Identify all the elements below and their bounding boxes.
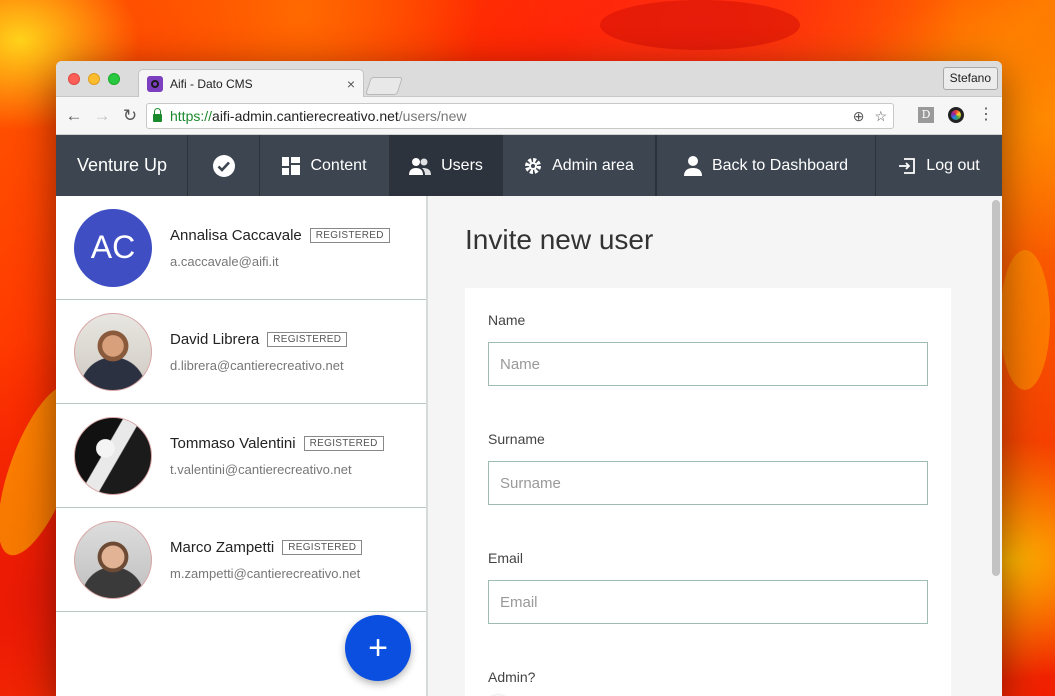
status-badge: REGISTERED [303, 435, 384, 451]
add-user-button[interactable]: + [345, 615, 411, 681]
user-email: m.zampetti@cantierecreativo.net [170, 565, 361, 581]
user-email: t.valentini@cantierecreativo.net [170, 461, 352, 477]
profile-button[interactable]: Stefano [942, 67, 998, 90]
browser-window: Aifi - Dato CMS × Stefano ← → ↻ https://… [56, 61, 1002, 696]
surname-label: Surname [488, 431, 545, 447]
bookmark-star-icon[interactable]: ☆ [874, 108, 887, 125]
nav-content-label: Content [310, 156, 367, 174]
user-list: AC Annalisa Caccavale REGISTERED a.cacca… [56, 196, 428, 696]
back-arrow-icon[interactable]: ← [60, 106, 88, 126]
email-input[interactable] [488, 580, 928, 624]
user-icon [683, 155, 702, 176]
checkmark-icon [212, 154, 236, 178]
gear-icon [524, 157, 542, 175]
user-list-item[interactable]: Marco Zampetti REGISTERED m.zampetti@can… [56, 508, 426, 612]
reload-icon[interactable]: ↻ [116, 106, 144, 126]
url-path: /users/new [398, 108, 467, 124]
logout-icon [898, 157, 916, 175]
zoom-icon[interactable]: ⊕ [853, 108, 865, 125]
user-name: David Librera [170, 330, 260, 348]
nav-logout-label: Log out [926, 156, 980, 174]
browser-tab[interactable]: Aifi - Dato CMS × [138, 69, 364, 98]
user-email: d.librera@cantierecreativo.net [170, 357, 344, 373]
extension-d-icon[interactable]: D [918, 107, 934, 123]
tab-close-icon[interactable]: × [347, 76, 355, 92]
user-name: Annalisa Caccavale [170, 226, 302, 244]
avatar: AC [74, 208, 152, 287]
brand-link[interactable]: Venture Up [56, 135, 188, 196]
avatar [74, 312, 152, 391]
new-tab-button[interactable] [365, 77, 403, 95]
close-window-button[interactable] [68, 73, 80, 85]
name-label: Name [488, 312, 526, 328]
minimize-window-button[interactable] [88, 73, 100, 85]
nav-users-label: Users [441, 156, 483, 174]
scrollbar[interactable] [992, 200, 1000, 576]
tab-title: Aifi - Dato CMS [170, 77, 253, 91]
admin-field-group: Admin? [486, 669, 928, 696]
url-scheme: https:// [170, 108, 213, 124]
user-name: Tommaso Valentini [170, 434, 296, 452]
admin-label: Admin? [488, 669, 536, 685]
invite-user-panel: Invite new user Name Surname Email Admin… [428, 196, 1002, 696]
window-controls [68, 73, 120, 85]
background-stroke [1000, 250, 1050, 390]
surname-field-group: Surname [488, 431, 928, 505]
nav-content[interactable]: Content [260, 135, 390, 196]
maximize-window-button[interactable] [108, 73, 120, 85]
user-list-item[interactable]: David Librera REGISTERED d.librera@canti… [56, 300, 426, 404]
url-host: aifi-admin.cantierecreativo.net [212, 108, 399, 124]
user-email: a.caccavale@aifi.it [170, 253, 279, 269]
email-label: Email [488, 550, 524, 566]
surname-input[interactable] [488, 461, 928, 505]
nav-admin-area[interactable]: Admin area [503, 135, 656, 196]
lock-icon [153, 108, 162, 122]
nav-admin-label: Admin area [552, 156, 634, 174]
email-field-group: Email [488, 550, 928, 624]
status-badge: REGISTERED [309, 227, 390, 243]
user-list-item[interactable]: AC Annalisa Caccavale REGISTERED a.cacca… [56, 196, 426, 300]
user-list-item[interactable]: Tommaso Valentini REGISTERED t.valentini… [56, 404, 426, 508]
nav-check-item[interactable] [188, 135, 260, 196]
address-bar[interactable]: https://aifi-admin.cantierecreativo.net /… [146, 103, 894, 129]
status-badge: REGISTERED [267, 331, 348, 347]
forward-arrow-icon[interactable]: → [88, 106, 116, 126]
dashboard-grid-icon [282, 156, 301, 175]
page-title: Invite new user [465, 224, 654, 255]
browser-menu-icon[interactable]: ⋮ [978, 107, 994, 123]
background-stroke [600, 0, 800, 50]
app-navbar: Venture Up Content Users Admin area Back… [56, 135, 1002, 196]
avatar [74, 520, 152, 599]
extensions: D ⋮ [918, 107, 994, 123]
tab-strip: Aifi - Dato CMS × Stefano [56, 61, 1002, 98]
datocms-favicon-icon [147, 76, 163, 92]
nav-log-out[interactable]: Log out [876, 135, 1002, 196]
users-icon [409, 157, 432, 175]
avatar [74, 416, 152, 495]
invite-form: Name Surname Email Admin? [465, 288, 951, 696]
nav-users[interactable]: Users [390, 135, 503, 196]
user-name: Marco Zampetti [170, 538, 275, 556]
browser-toolbar: ← → ↻ https://aifi-admin.cantierecreativ… [56, 97, 1002, 135]
status-badge: REGISTERED [282, 539, 363, 555]
extension-color-icon[interactable] [948, 107, 964, 123]
nav-dashboard-label: Back to Dashboard [711, 156, 849, 174]
name-field-group: Name [488, 312, 928, 386]
nav-back-to-dashboard[interactable]: Back to Dashboard [656, 135, 876, 196]
name-input[interactable] [488, 342, 928, 386]
app-body: AC Annalisa Caccavale REGISTERED a.cacca… [56, 196, 1002, 696]
